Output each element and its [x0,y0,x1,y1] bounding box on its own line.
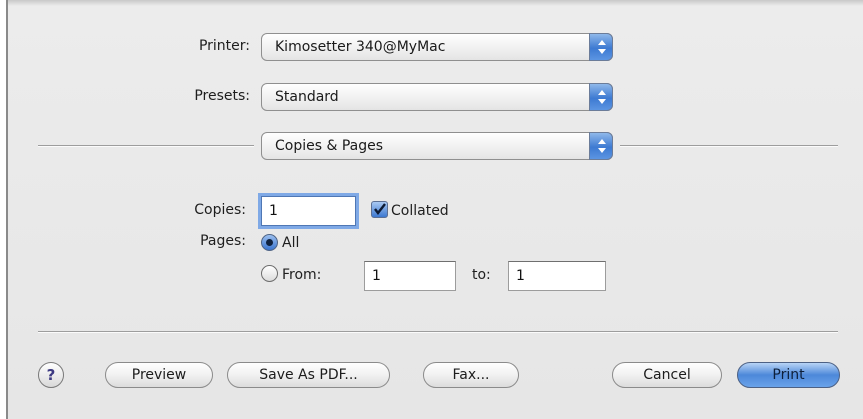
pages-from-label[interactable]: From: [282,267,321,283]
printer-popup-value: Kimosetter 340@MyMac [275,39,446,55]
help-button[interactable]: ? [38,362,64,388]
separator-left [38,145,254,147]
presets-label: Presets: [194,88,250,104]
printer-label: Printer: [198,38,250,54]
pane-popup[interactable]: Copies & Pages [261,132,613,160]
pages-label: Pages: [200,233,246,249]
presets-popup[interactable]: Standard [261,83,613,111]
presets-popup-value: Standard [275,89,339,105]
separator-right [620,145,838,147]
collated-label[interactable]: Collated [391,203,449,219]
pages-all-label[interactable]: All [282,235,299,251]
popup-arrows-icon [589,132,613,160]
popup-arrows-icon [589,33,613,61]
copies-field[interactable]: 1 [261,196,356,226]
copies-label: Copies: [194,202,246,218]
print-dialog: Printer: Kimosetter 340@MyMac Presets: S… [6,0,863,419]
save-as-pdf-button[interactable]: Save As PDF... [227,362,390,388]
checkmark-icon [374,203,386,215]
pages-all-radio[interactable] [261,234,278,251]
pages-from-field[interactable]: 1 [364,261,456,291]
pane-popup-value: Copies & Pages [275,138,384,154]
pages-from-radio[interactable] [261,265,278,282]
printer-popup[interactable]: Kimosetter 340@MyMac [261,33,613,61]
collated-checkbox[interactable] [371,201,388,218]
title-bar-edge [8,0,863,6]
bottom-separator [38,331,838,333]
pages-to-field[interactable]: 1 [508,261,606,291]
preview-button[interactable]: Preview [105,362,213,388]
cancel-button[interactable]: Cancel [612,362,722,388]
print-button[interactable]: Print [737,362,840,388]
popup-arrows-icon [589,83,613,111]
fax-button[interactable]: Fax... [423,362,519,388]
pages-to-label: to: [472,267,491,283]
